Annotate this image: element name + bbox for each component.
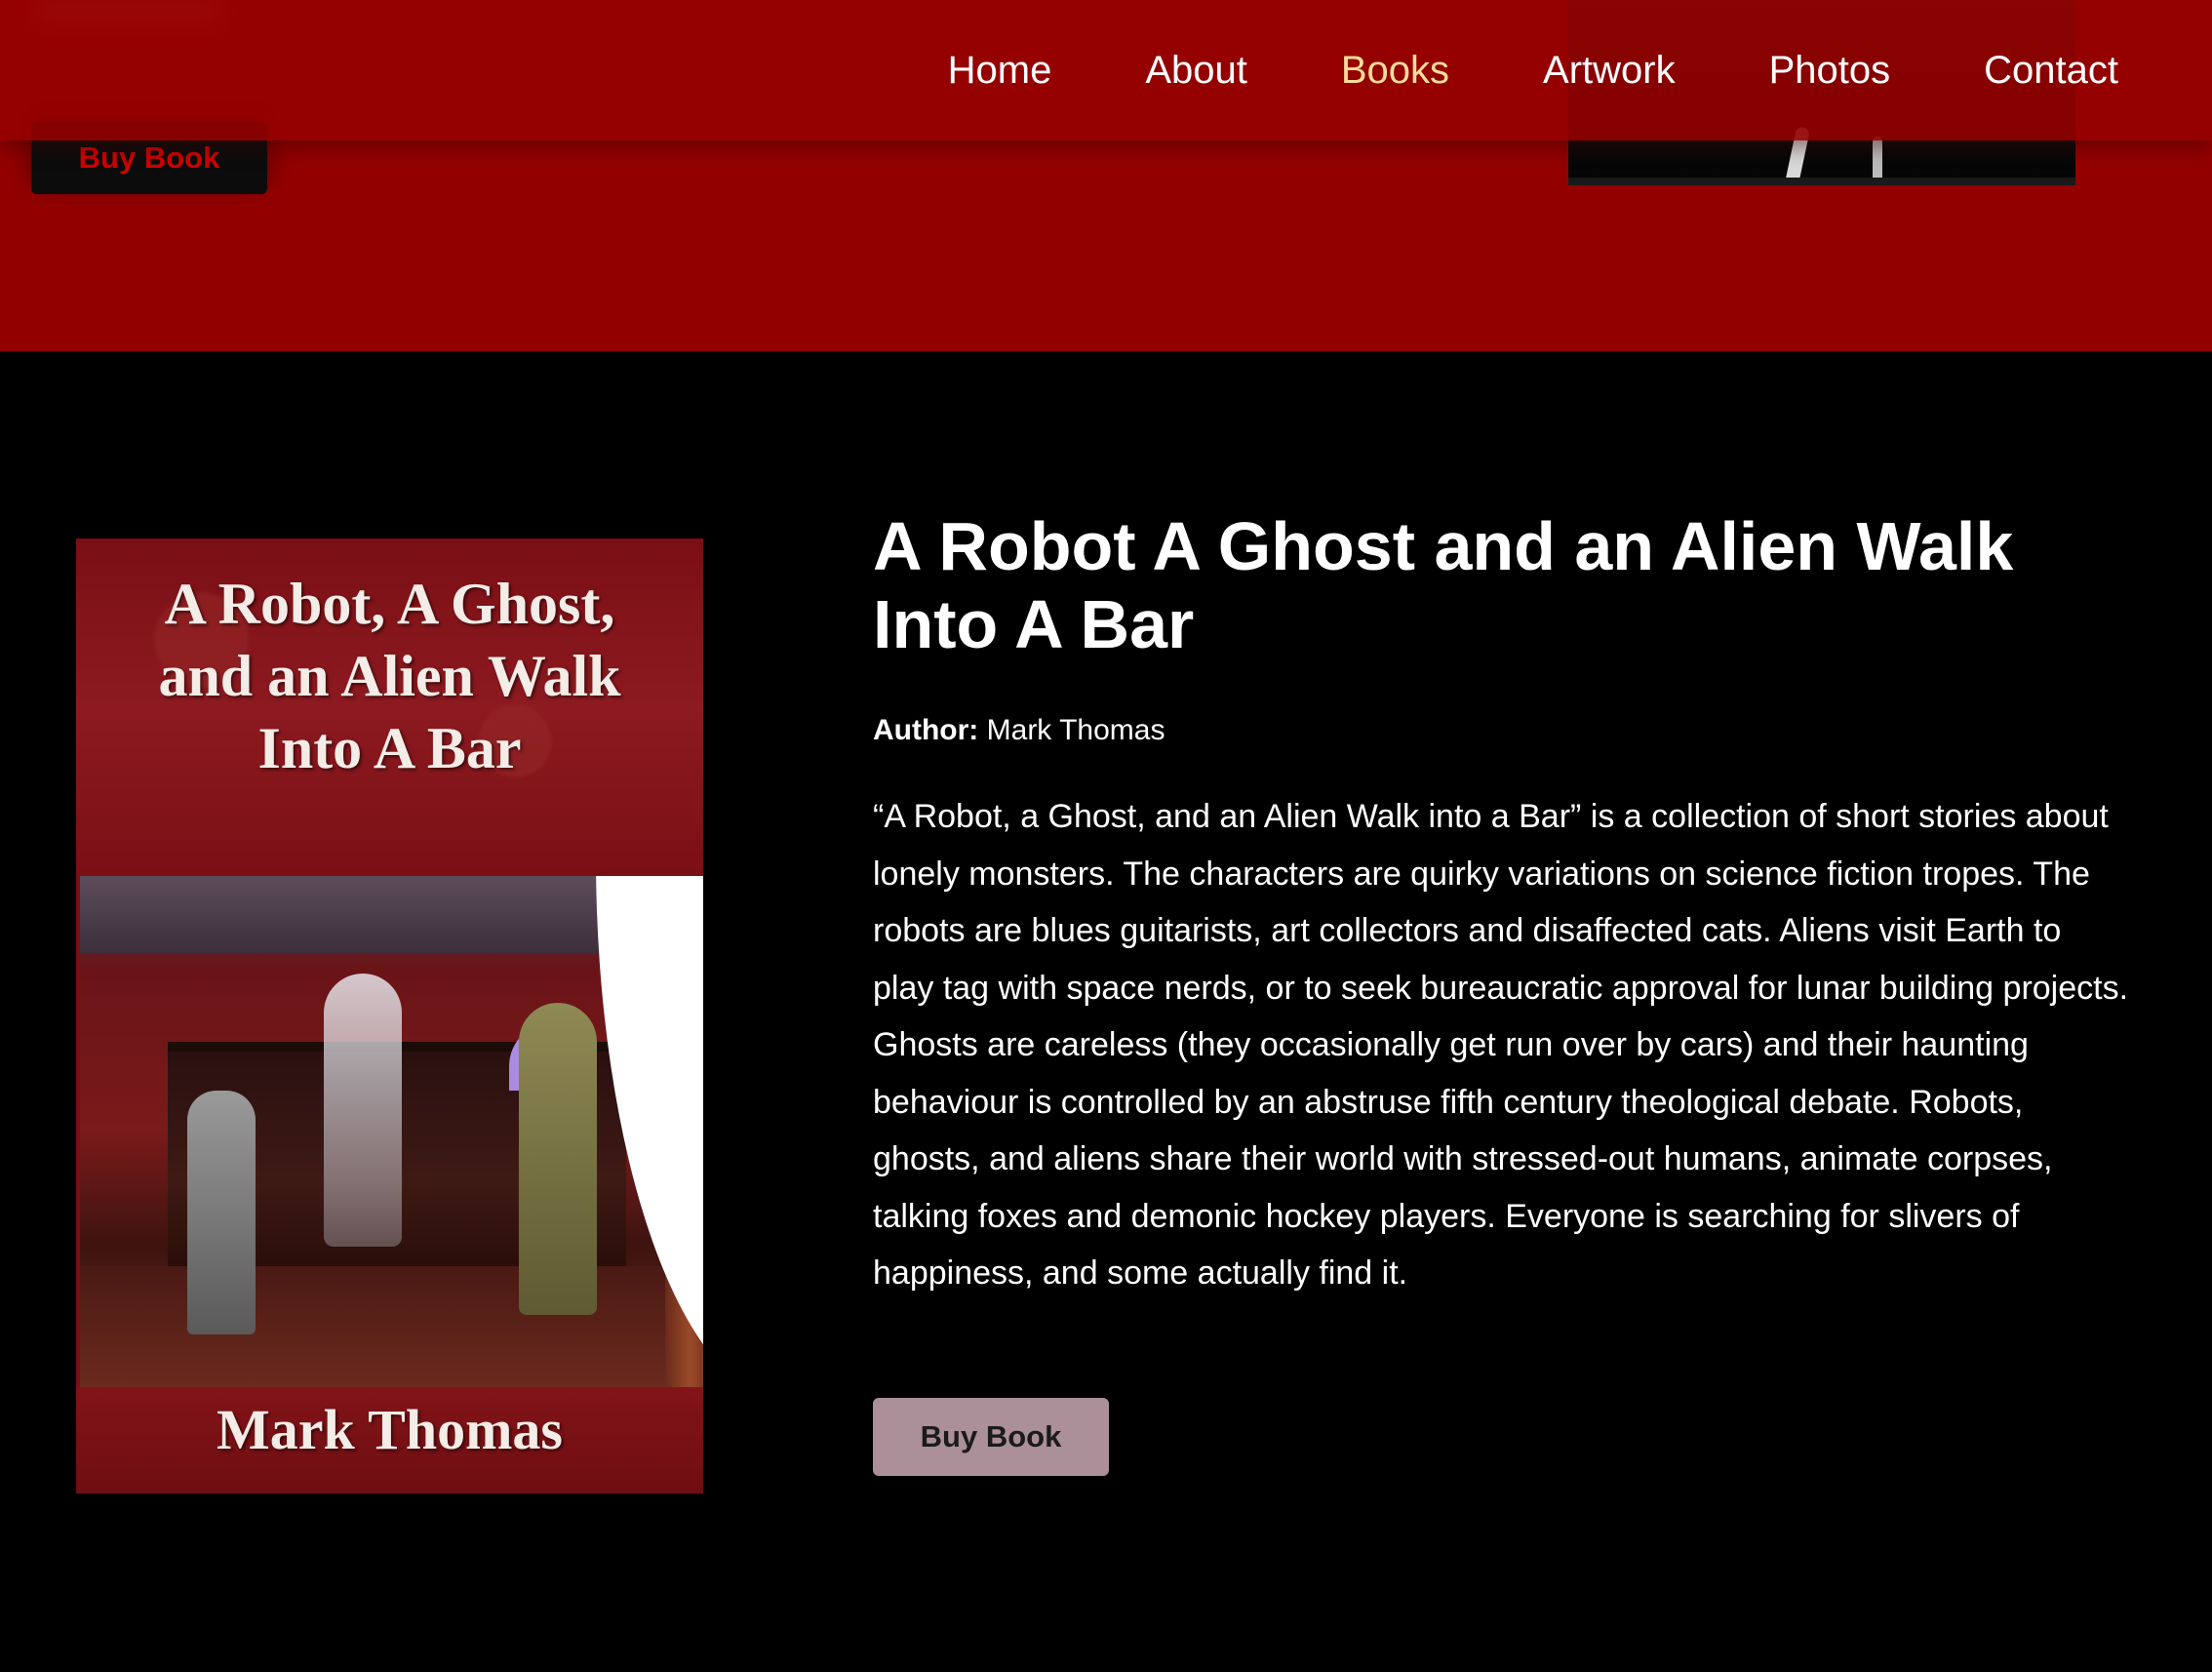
book-title: A Robot A Ghost and an Alien Walk Into A…: [873, 508, 2014, 662]
author-name: Mark Thomas: [986, 714, 1165, 746]
cover-author: Mark Thomas: [216, 1398, 564, 1461]
nav-about[interactable]: About: [1145, 49, 1247, 93]
book-cover-image: A Robot, A Ghost, and an Alien Walk Into…: [76, 538, 703, 1493]
buy-book-button[interactable]: Buy Book: [873, 1397, 1109, 1476]
ghost-figure: [324, 974, 402, 1247]
scene-floor: [80, 1266, 703, 1387]
author-label: Author:: [873, 714, 979, 746]
site-header: Home About Books Artwork Photos Contact: [0, 0, 2212, 140]
robot-figure: [187, 1091, 256, 1334]
nav-books[interactable]: Books: [1341, 49, 1449, 93]
book-description: “A Robot, a Ghost, and an Alien Walk int…: [873, 798, 2129, 1292]
book-details: A Robot A Ghost and an Alien Walk Into A…: [873, 507, 2131, 1476]
nav-photos[interactable]: Photos: [1769, 49, 1891, 93]
nav-contact[interactable]: Contact: [1984, 49, 2118, 93]
photo-detail: [1873, 137, 1882, 178]
alien-figure: [519, 1003, 597, 1315]
nav-artwork[interactable]: Artwork: [1543, 49, 1676, 93]
author-line: Author: Mark Thomas: [873, 714, 2131, 747]
cover-illustration: [80, 876, 703, 1387]
nav-home[interactable]: Home: [948, 49, 1052, 93]
cover-title: A Robot, A Ghost, and an Alien Walk Into…: [158, 572, 621, 780]
main-nav: Home About Books Artwork Photos Contact: [854, 0, 2118, 140]
